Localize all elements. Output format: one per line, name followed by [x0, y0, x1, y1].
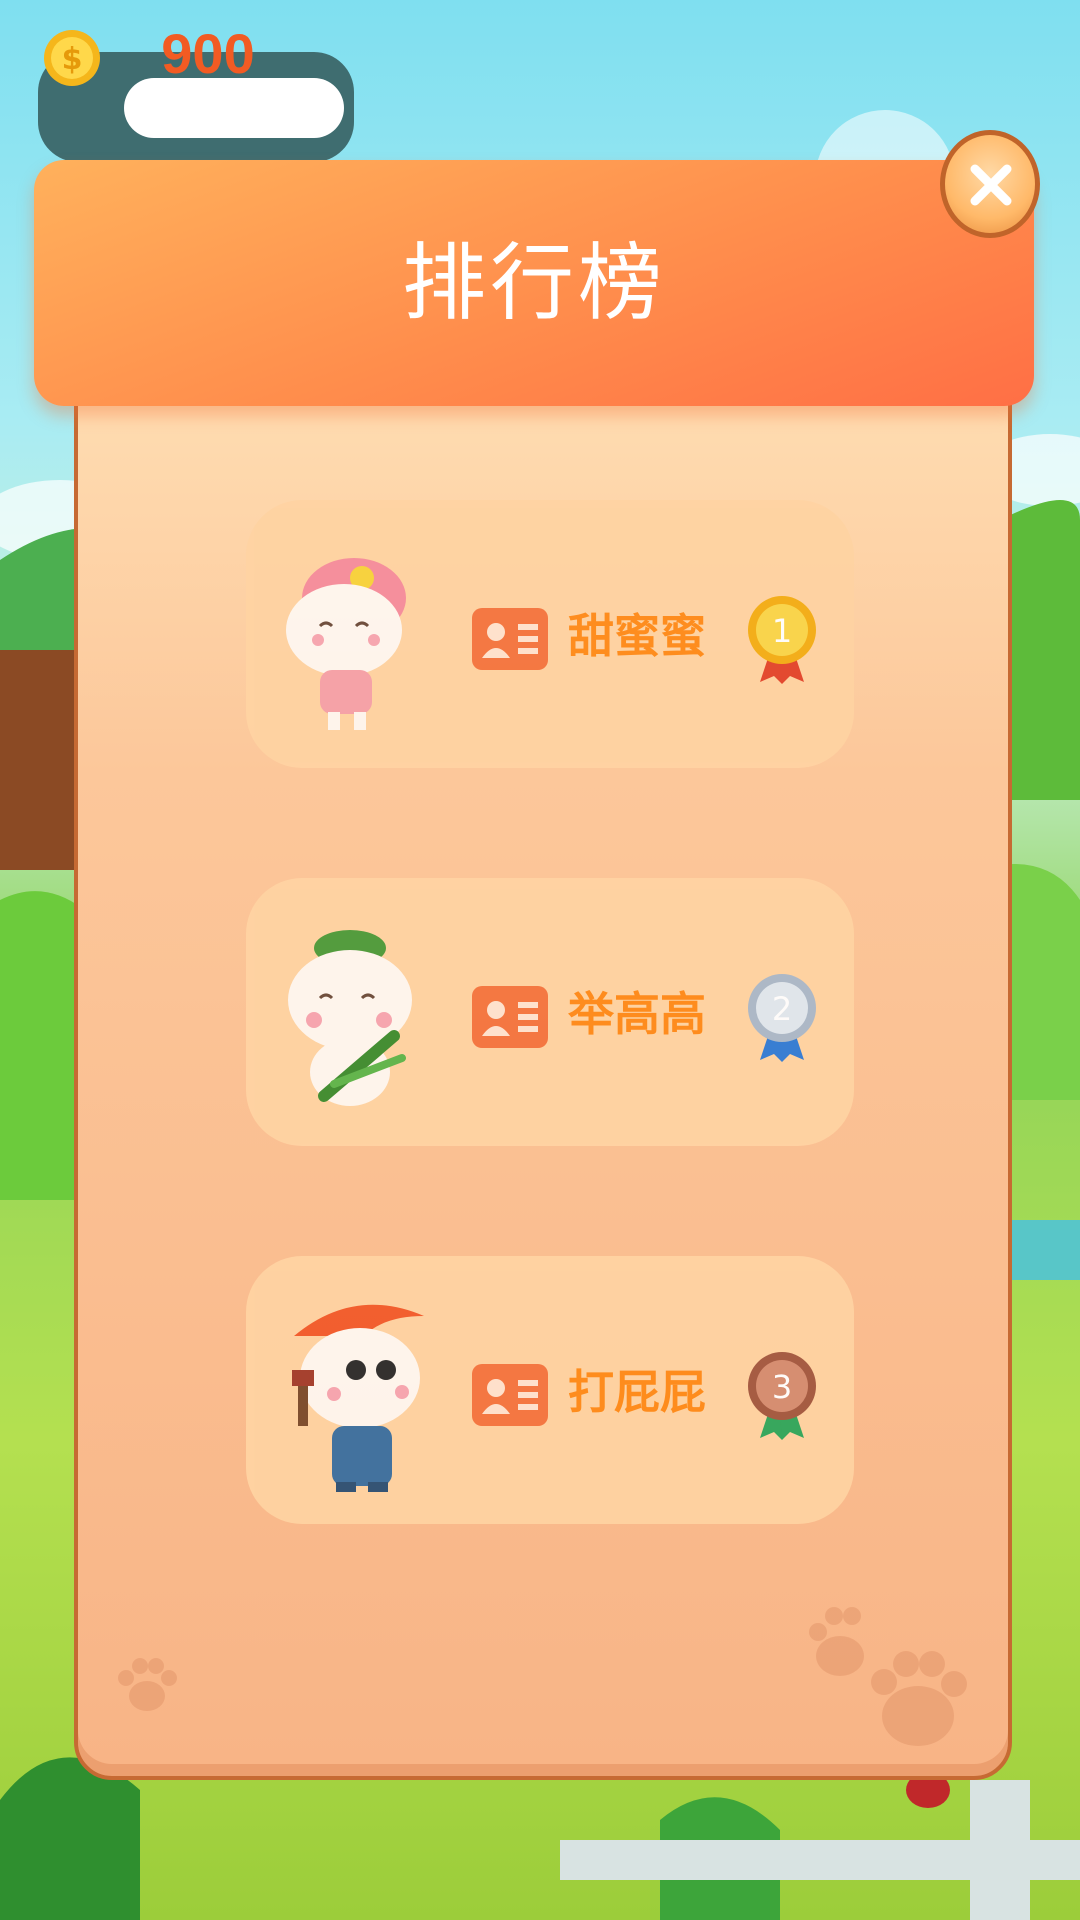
profile-card-icon	[472, 608, 548, 670]
coin-count: 900	[161, 22, 255, 85]
player-name: 甜蜜蜜	[568, 609, 706, 663]
silver-medal-icon: 2	[748, 974, 816, 1062]
player-name: 举高高	[568, 987, 706, 1041]
coin-pill	[124, 78, 344, 138]
close-button[interactable]	[940, 130, 1040, 238]
profile-card-icon	[472, 986, 548, 1048]
bronze-medal-icon: 3	[748, 1352, 816, 1440]
cat-avatar-leaf-icon	[288, 930, 412, 1106]
svg-text:$: $	[62, 42, 83, 77]
panel-header: 排行榜	[34, 160, 1034, 406]
profile-card-icon	[472, 1364, 548, 1426]
player-name: 打屁屁	[568, 1365, 706, 1419]
paw-print-icon	[118, 1658, 177, 1711]
close-icon	[970, 164, 1012, 206]
rank-number: 1	[772, 612, 792, 650]
coin-icon: $	[44, 30, 100, 86]
page-title: 排行榜	[401, 234, 666, 332]
rank-number: 3	[772, 1368, 792, 1406]
gold-medal-icon: 1	[748, 596, 816, 684]
rank-number: 2	[772, 990, 792, 1028]
leaderboard-row[interactable]: 打屁屁 3	[246, 1256, 854, 1524]
leaderboard-row[interactable]: 甜蜜蜜 1	[246, 500, 854, 768]
paw-print-icon	[809, 1607, 967, 1746]
cat-avatar-flower-icon	[286, 558, 406, 730]
leaderboard-row[interactable]: 举高高 2	[246, 878, 854, 1146]
cat-avatar-painter-icon	[292, 1304, 424, 1492]
